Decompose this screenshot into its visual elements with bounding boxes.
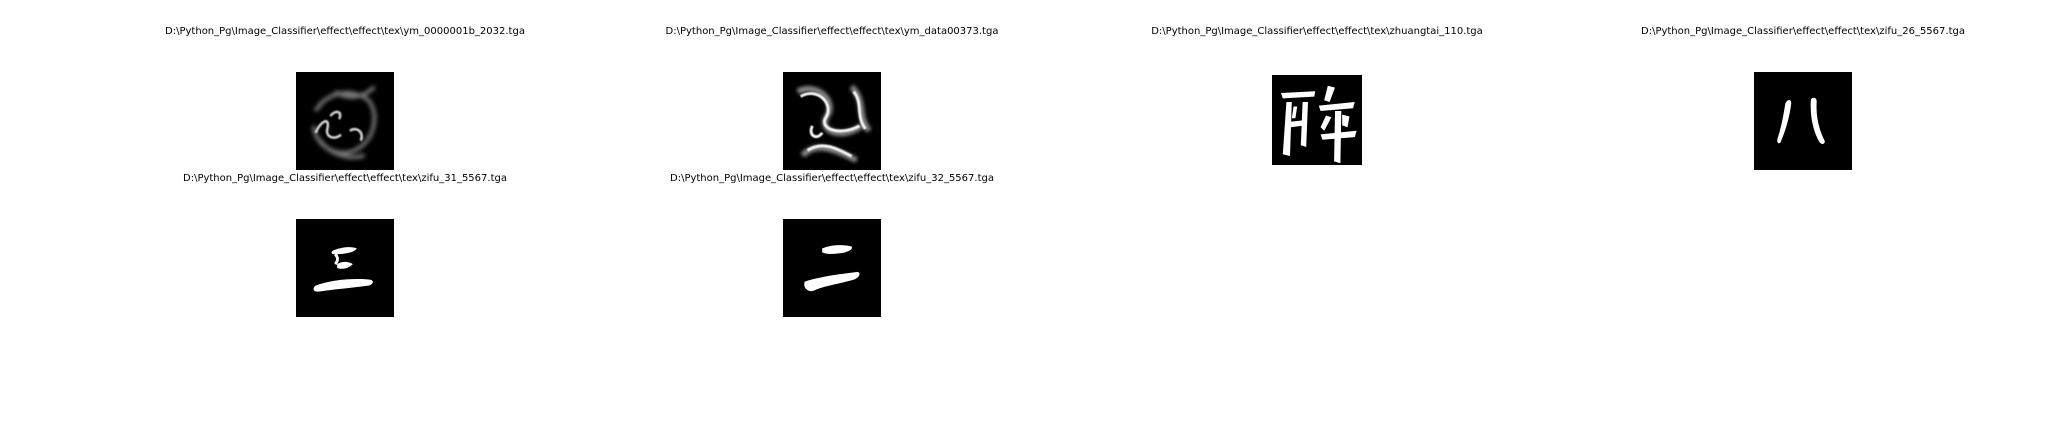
image-cell-6: D:\Python_Pg\Image_Classifier\effect\eff… <box>592 147 1072 317</box>
calligraphy-thumbnail <box>1272 75 1362 165</box>
image-title: D:\Python_Pg\Image_Classifier\effect\eff… <box>665 26 999 37</box>
image-title: D:\Python_Pg\Image_Classifier\effect\eff… <box>1151 26 1483 37</box>
calligraphy-thumbnail <box>1754 72 1852 170</box>
image-title: D:\Python_Pg\Image_Classifier\effect\eff… <box>165 26 525 37</box>
calligraphy-thumbnail <box>296 219 394 317</box>
image-title: D:\Python_Pg\Image_Classifier\effect\eff… <box>183 173 507 184</box>
image-cell-3: D:\Python_Pg\Image_Classifier\effect\eff… <box>1077 0 1557 165</box>
image-cell-4: D:\Python_Pg\Image_Classifier\effect\eff… <box>1563 0 2043 170</box>
calligraphy-thumbnail <box>783 219 881 317</box>
image-title: D:\Python_Pg\Image_Classifier\effect\eff… <box>670 173 994 184</box>
image-cell-5: D:\Python_Pg\Image_Classifier\effect\eff… <box>105 147 585 317</box>
image-cell-2: D:\Python_Pg\Image_Classifier\effect\eff… <box>592 0 1072 170</box>
image-cell-1: D:\Python_Pg\Image_Classifier\effect\eff… <box>105 0 585 170</box>
image-title: D:\Python_Pg\Image_Classifier\effect\eff… <box>1641 26 1965 37</box>
